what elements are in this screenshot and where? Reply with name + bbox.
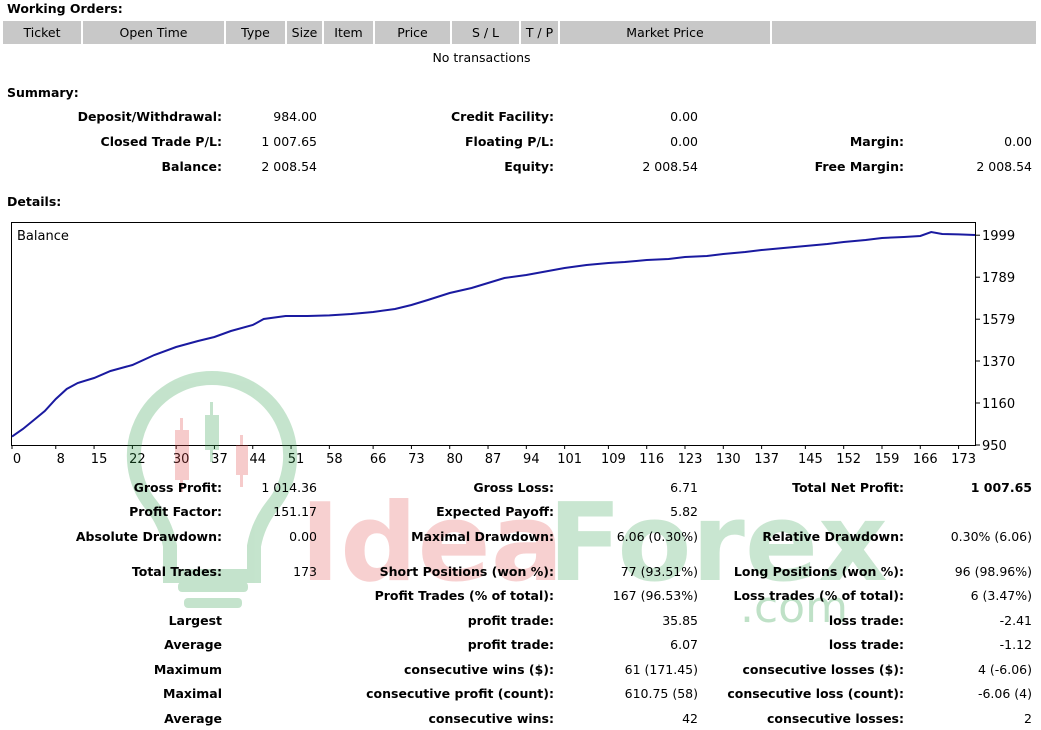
maximal-consecutive-profit-value: 610.75 (58) <box>624 686 698 701</box>
gross-profit-value: 1 014.36 <box>261 480 317 495</box>
x-axis: 0 8 15 22 30 37 44 51 58 66 73 80 87 94 101 109 116 123 13… <box>11 445 976 467</box>
expected-payoff-label: Expected Payoff: <box>436 504 554 519</box>
x-tick-label: 94 <box>523 452 540 467</box>
x-tick-label: 73 <box>408 452 425 467</box>
max-consecutive-wins-value: 61 (171.45) <box>624 662 698 677</box>
average-loss-value: -1.12 <box>999 637 1032 652</box>
x-tick-label: 137 <box>754 452 779 467</box>
long-positions-value: 96 (98.96%) <box>954 564 1032 579</box>
x-tick-label: 166 <box>913 452 938 467</box>
avg-consecutive-wins-value: 42 <box>682 711 698 726</box>
absolute-drawdown-value: 0.00 <box>289 529 317 544</box>
profit-factor-value: 151.17 <box>273 504 317 519</box>
x-tick-label: 109 <box>601 452 626 467</box>
x-tick-label: 15 <box>91 452 108 467</box>
x-tick-label: 87 <box>485 452 502 467</box>
average-profit-label: profit trade: <box>467 637 554 652</box>
x-tick-label: 130 <box>716 452 741 467</box>
net-profit-label: Total Net Profit: <box>792 480 904 495</box>
x-tick-label: 123 <box>678 452 703 467</box>
profit-trades-label: Profit Trades (% of total): <box>374 588 554 603</box>
x-tick-label: 152 <box>836 452 861 467</box>
balance-chart: Balance 950 1160 1370 1579 1789 1999 0 8 15 22 30… <box>11 222 1015 467</box>
x-tick-label: 58 <box>326 452 343 467</box>
relative-drawdown-label: Relative Drawdown: <box>762 529 904 544</box>
loss-trades-value: 6 (3.47%) <box>970 588 1032 603</box>
avg-consecutive-losses-label: consecutive losses: <box>766 711 904 726</box>
average-profit-value: 6.07 <box>670 637 698 652</box>
y-tick-label: 1160 <box>982 397 1015 412</box>
x-tick-label: 145 <box>798 452 823 467</box>
x-tick-label: 101 <box>557 452 582 467</box>
total-trades-label: Total Trades: <box>131 564 222 579</box>
x-tick-label: 116 <box>639 452 664 467</box>
x-tick-label: 22 <box>129 452 146 467</box>
absolute-drawdown-label: Absolute Drawdown: <box>75 529 222 544</box>
average-label: Average <box>164 637 222 652</box>
x-tick-label: 44 <box>249 452 266 467</box>
total-trades-value: 173 <box>293 564 317 579</box>
x-tick-label: 66 <box>370 452 387 467</box>
y-axis: 950 1160 1370 1579 1789 1999 <box>975 229 1015 454</box>
x-tick-label: 8 <box>57 452 65 467</box>
x-tick-label: 173 <box>951 452 976 467</box>
maximal-consecutive-loss-label: consecutive loss (count): <box>727 686 904 701</box>
y-tick-label: 950 <box>982 439 1007 454</box>
x-tick-label: 30 <box>173 452 190 467</box>
x-tick-label: 37 <box>211 452 228 467</box>
expected-payoff-value: 5.82 <box>670 504 698 519</box>
y-tick-label: 1370 <box>982 355 1015 370</box>
gross-loss-label: Gross Loss: <box>473 480 554 495</box>
short-positions-value: 77 (93.51%) <box>620 564 698 579</box>
largest-loss-label: loss trade: <box>828 613 904 628</box>
avg-consecutive-wins-label: consecutive wins: <box>428 711 554 726</box>
chart-title: Balance <box>17 229 69 244</box>
maximal-consecutive-loss-value: -6.06 (4) <box>977 686 1032 701</box>
x-tick-label: 51 <box>288 452 305 467</box>
average-consecutive-label: Average <box>164 711 222 726</box>
net-profit-value: 1 007.65 <box>970 480 1032 495</box>
chart-frame <box>11 222 976 446</box>
average-loss-label: loss trade: <box>828 637 904 652</box>
y-tick-label: 1999 <box>982 229 1015 244</box>
max-consecutive-losses-value: 4 (-6.06) <box>977 662 1032 677</box>
gross-profit-label: Gross Profit: <box>133 480 222 495</box>
x-tick-label: 80 <box>446 452 463 467</box>
short-positions-label: Short Positions (won %): <box>379 564 554 579</box>
maximum-label: Maximum <box>153 662 222 677</box>
x-tick-label: 159 <box>875 452 900 467</box>
loss-trades-label: Loss trades (% of total): <box>733 588 904 603</box>
max-consecutive-losses-label: consecutive losses ($): <box>742 662 904 677</box>
profit-trades-value: 167 (96.53%) <box>612 588 698 603</box>
maximal-consecutive-profit-label: consecutive profit (count): <box>366 686 554 701</box>
y-tick-label: 1579 <box>982 313 1015 328</box>
maximal-drawdown-value: 6.06 (0.30%) <box>616 529 698 544</box>
maximal-label: Maximal <box>163 686 222 701</box>
avg-consecutive-losses-value: 2 <box>1024 711 1032 726</box>
largest-profit-value: 35.85 <box>662 613 698 628</box>
profit-factor-label: Profit Factor: <box>129 504 222 519</box>
relative-drawdown-value: 0.30% (6.06) <box>950 529 1032 544</box>
y-tick-label: 1789 <box>982 271 1015 286</box>
x-tick-label: 0 <box>13 452 21 467</box>
largest-profit-label: profit trade: <box>467 613 554 628</box>
largest-loss-value: -2.41 <box>999 613 1032 628</box>
max-consecutive-wins-label: consecutive wins ($): <box>403 662 554 677</box>
largest-label: Largest <box>168 613 222 628</box>
long-positions-label: Long Positions (won %): <box>733 564 904 579</box>
maximal-drawdown-label: Maximal Drawdown: <box>411 529 554 544</box>
gross-loss-value: 6.71 <box>670 480 698 495</box>
